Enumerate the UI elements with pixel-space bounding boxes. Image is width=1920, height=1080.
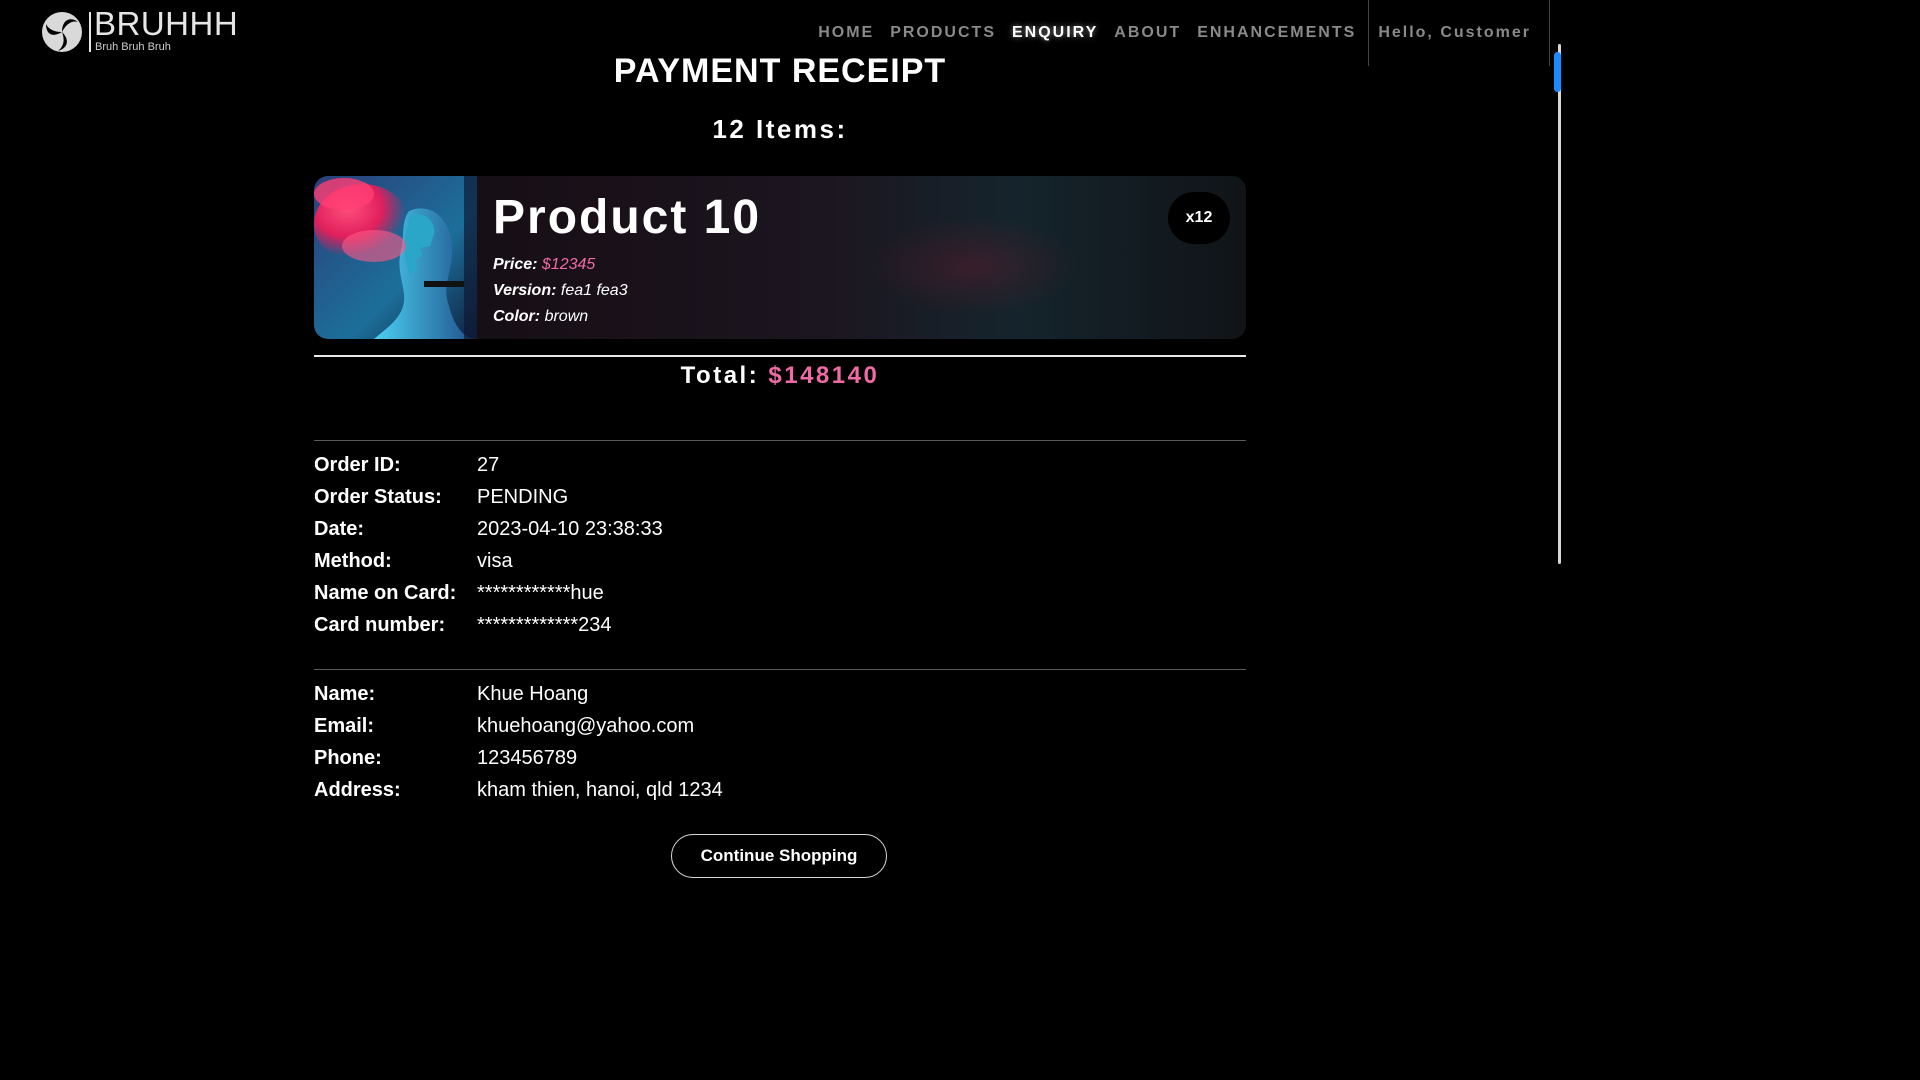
info-label: Name on Card: xyxy=(314,582,457,604)
info-value: 123456789 xyxy=(477,747,578,769)
items-heading: 12 Items: xyxy=(712,114,848,144)
total-divider xyxy=(314,355,1246,357)
color-value: brown xyxy=(544,308,589,325)
order-total: Total: $148140 xyxy=(0,362,1560,390)
nav-products[interactable]: PRODUCTS xyxy=(890,24,996,42)
brand-tagline: Bruh Bruh Bruh xyxy=(95,41,171,53)
product-name: Product 10 xyxy=(493,191,762,244)
info-value: 27 xyxy=(477,454,500,476)
info-value: khuehoang@yahoo.com xyxy=(477,715,695,737)
quantity-badge: x12 xyxy=(1168,192,1230,244)
brand-name: BRUHHH xyxy=(94,5,239,42)
site-header: BRUHHH Bruh Bruh Bruh HOME PRODUCTS ENQU… xyxy=(0,0,1550,66)
version-label: Version: xyxy=(493,282,557,299)
total-value: $148140 xyxy=(768,362,880,389)
brand-logo[interactable]: BRUHHH Bruh Bruh Bruh xyxy=(40,5,240,56)
info-label: Address: xyxy=(314,779,401,801)
info-label: Method: xyxy=(314,550,392,572)
product-card: Product 10 Price: $12345 Version: fea1 f… xyxy=(314,176,1246,339)
customer-divider xyxy=(314,669,1246,670)
product-color: Color: brown xyxy=(493,308,588,326)
logo-divider xyxy=(89,12,91,52)
info-label: Email: xyxy=(314,715,375,737)
info-value: ************hue xyxy=(477,582,604,604)
product-version: Version: fea1 fea3 xyxy=(493,282,628,300)
info-label: Phone: xyxy=(314,747,382,769)
price-label: Price: xyxy=(493,256,538,273)
product-image xyxy=(314,176,477,339)
info-value: 2023-04-10 23:38:33 xyxy=(477,518,663,540)
user-greeting[interactable]: Hello, Customer xyxy=(1378,24,1531,42)
info-value: kham thien, hanoi, qld 1234 xyxy=(477,779,723,801)
continue-shopping-button[interactable]: Continue Shopping xyxy=(671,834,887,878)
info-label: Date: xyxy=(314,518,365,540)
info-label: Card number: xyxy=(314,614,446,636)
info-label: Order Status: xyxy=(314,486,442,508)
order-divider xyxy=(314,440,1246,441)
logo-swirl-icon xyxy=(42,12,82,52)
main-nav: HOME PRODUCTS ENQUIRY ABOUT ENHANCEMENTS… xyxy=(802,0,1550,66)
nav-enquiry[interactable]: ENQUIRY xyxy=(1012,24,1098,42)
info-value: Khue Hoang xyxy=(477,683,589,705)
nav-divider-right xyxy=(1549,0,1550,66)
nav-enhancements[interactable]: ENHANCEMENTS xyxy=(1197,24,1356,42)
info-value: visa xyxy=(477,550,513,572)
nav-about[interactable]: ABOUT xyxy=(1114,24,1181,42)
info-value: PENDING xyxy=(477,486,569,508)
color-label: Color: xyxy=(493,308,541,325)
info-label: Name: xyxy=(314,683,376,705)
total-label: Total: xyxy=(680,362,760,389)
price-value: $12345 xyxy=(541,256,596,273)
info-label: Order ID: xyxy=(314,454,401,476)
product-price: Price: $12345 xyxy=(493,256,595,274)
version-value: fea1 fea3 xyxy=(560,282,628,299)
info-value: *************234 xyxy=(477,614,612,636)
nav-home[interactable]: HOME xyxy=(818,24,874,42)
nav-divider xyxy=(1368,0,1370,66)
